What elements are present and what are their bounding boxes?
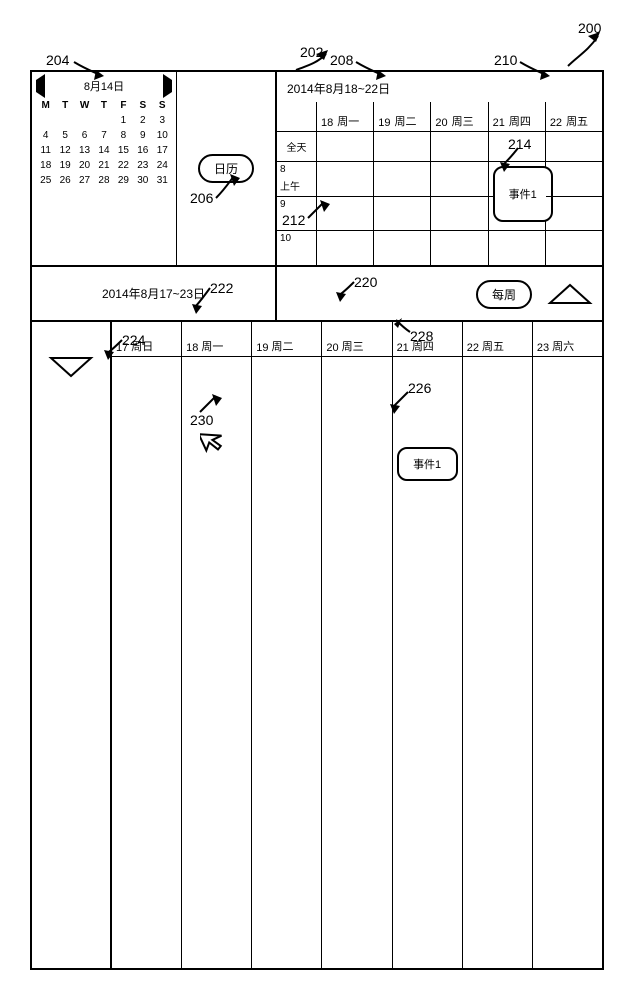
week-title: 2014年8月17~23日: [32, 267, 277, 320]
wk-day-wed[interactable]: 20周三: [322, 322, 392, 356]
scroll-down-icon[interactable]: [47, 352, 95, 384]
ref-224: 224: [122, 332, 145, 348]
top-section: 8月14日 MTWTFSS 123 45678910 1112131415161…: [32, 72, 602, 267]
ref-202: 202: [300, 44, 323, 60]
scroll-up-icon[interactable]: [546, 277, 594, 309]
calendar-button[interactable]: 日历: [198, 154, 254, 183]
ref-200: 200: [578, 20, 601, 36]
ref-212: 212: [282, 212, 305, 228]
ref-208: 208: [330, 52, 353, 68]
calendar-button-panel: 日历: [177, 72, 277, 265]
ref-230: 230: [190, 412, 213, 428]
ref-206: 206: [190, 190, 213, 206]
ww-day-wed[interactable]: 20周三: [431, 102, 488, 131]
bottom-section: 17周日 18周一 19周二 20周三 21周四 22周五 23周六: [32, 322, 602, 968]
ww-day-fri[interactable]: 22周五: [546, 102, 602, 131]
work-week-title: 2014年8月18~22日: [287, 80, 390, 97]
wk-day-fri[interactable]: 22周五: [463, 322, 533, 356]
work-week-body[interactable]: 8上午 9 10 事件1: [277, 162, 602, 265]
ref-226: 226: [408, 380, 431, 396]
ww-day-thu[interactable]: 21周四: [489, 102, 546, 131]
week-body[interactable]: 事件1: [112, 357, 602, 968]
week-view[interactable]: 17周日 18周一 19周二 20周三 21周四 22周五 23周六: [112, 322, 602, 968]
ref-222: 222: [210, 280, 233, 296]
weekly-button[interactable]: 每周: [476, 280, 532, 309]
calendar-window: 8月14日 MTWTFSS 123 45678910 1112131415161…: [30, 70, 604, 970]
mid-section: 2014年8月17~23日 每周: [32, 267, 602, 322]
ref-210: 210: [494, 52, 517, 68]
next-month-icon[interactable]: [163, 80, 172, 92]
wk-day-sat[interactable]: 23周六: [533, 322, 602, 356]
mini-cal-title: 8月14日: [84, 78, 124, 94]
ref-204: 204: [46, 52, 69, 68]
work-week-header: 18周一 19周二 20周三 21周四 22周五: [277, 102, 602, 132]
ww-day-tue[interactable]: 19周二: [374, 102, 431, 131]
mini-cal-grid[interactable]: MTWTFSS 123 45678910 11121314151617 1819…: [36, 98, 172, 188]
scroll-down-panel: [32, 322, 112, 968]
event-1-week[interactable]: 事件1: [397, 447, 458, 481]
wk-day-mon[interactable]: 18周一: [182, 322, 252, 356]
work-week-allday[interactable]: 全天: [277, 132, 602, 162]
ref-228: 228: [410, 328, 433, 344]
prev-month-icon[interactable]: [36, 80, 45, 92]
wk-day-tue[interactable]: 19周二: [252, 322, 322, 356]
allday-label: 全天: [277, 132, 317, 161]
week-header: 17周日 18周一 19周二 20周三 21周四 22周五 23周六: [112, 322, 602, 357]
work-week-view[interactable]: 2014年8月18~22日 18周一 19周二 20周三 21周四 22周五 全…: [277, 72, 602, 265]
mini-calendar[interactable]: 8月14日 MTWTFSS 123 45678910 1112131415161…: [32, 72, 177, 265]
ref-214: 214: [508, 136, 531, 152]
cursor-icon: [200, 427, 226, 453]
ref-220: 220: [354, 274, 377, 290]
ww-day-mon[interactable]: 18周一: [317, 102, 374, 131]
